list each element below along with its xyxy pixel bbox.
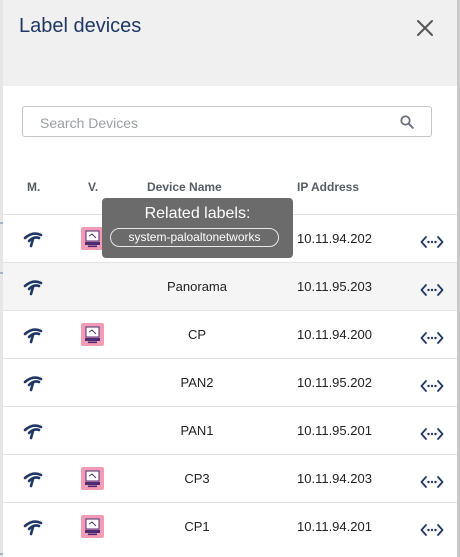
close-icon — [417, 20, 433, 36]
checkpoint-icon — [81, 227, 104, 250]
connect-arrows-icon[interactable] — [420, 522, 444, 538]
table-row[interactable]: CP3 10.11.94.203 — [3, 454, 457, 502]
paloalto-manager-icon — [22, 278, 44, 296]
column-header-manager[interactable]: M. — [27, 180, 40, 194]
related-labels-tooltip: Related labels: system-paloaltonetworks — [102, 198, 293, 258]
search-box — [22, 106, 432, 138]
column-header-ip-address[interactable]: IP Address — [297, 180, 359, 194]
ip-address: 10.11.95.203 — [297, 279, 372, 294]
column-header-device-name[interactable]: Device Name — [147, 180, 222, 194]
ip-address: 10.11.95.201 — [297, 423, 372, 438]
device-name: PAN2 — [180, 375, 214, 390]
connect-arrows-icon[interactable] — [420, 282, 444, 298]
ip-address: 10.11.94.202 — [297, 231, 372, 246]
table-row[interactable]: PAN1 10.11.95.201 — [3, 406, 457, 454]
ip-address: 10.11.95.202 — [297, 375, 372, 390]
dialog-title: Label devices — [19, 15, 142, 37]
device-name: CP — [187, 327, 207, 342]
close-button[interactable] — [413, 16, 437, 40]
checkpoint-icon — [81, 467, 104, 490]
paloalto-manager-icon — [22, 422, 44, 440]
connect-arrows-icon[interactable] — [420, 330, 444, 346]
connect-arrows-icon[interactable] — [420, 474, 444, 490]
paloalto-manager-icon — [22, 326, 44, 344]
checkpoint-icon — [81, 515, 104, 538]
table-row[interactable]: CP1 10.11.94.201 — [3, 502, 457, 550]
connect-arrows-icon[interactable] — [420, 426, 444, 442]
device-name: CP1 — [184, 519, 210, 534]
checkpoint-icon — [81, 323, 104, 346]
ip-address: 10.11.94.203 — [297, 471, 372, 486]
tooltip-title: Related labels: — [144, 205, 251, 222]
connect-arrows-icon[interactable] — [420, 378, 444, 394]
search-input[interactable] — [38, 107, 392, 138]
label-chip: system-paloaltonetworks — [110, 228, 279, 247]
paloalto-manager-icon — [22, 374, 44, 392]
table-row[interactable]: CP 10.11.94.200 — [3, 310, 457, 358]
paloalto-manager-icon — [22, 230, 44, 248]
dialog-header: Label devices — [3, 0, 457, 86]
label-devices-dialog: Label devices M. V. Device Name IP Addre… — [3, 0, 457, 557]
device-name: CP3 — [184, 471, 210, 486]
paloalto-manager-icon — [22, 518, 44, 536]
table-row[interactable]: Panorama 10.11.95.203 — [3, 262, 457, 310]
column-header-vendor[interactable]: V. — [88, 180, 98, 194]
ip-address: 10.11.94.200 — [297, 327, 372, 342]
connect-arrows-icon[interactable] — [420, 234, 444, 250]
device-name: PAN1 — [180, 423, 214, 438]
device-name: Panorama — [167, 279, 227, 294]
table-row[interactable]: PAN2 10.11.95.202 — [3, 358, 457, 406]
ip-address: 10.11.94.201 — [297, 519, 372, 534]
search-icon[interactable] — [400, 115, 414, 129]
paloalto-manager-icon — [22, 470, 44, 488]
